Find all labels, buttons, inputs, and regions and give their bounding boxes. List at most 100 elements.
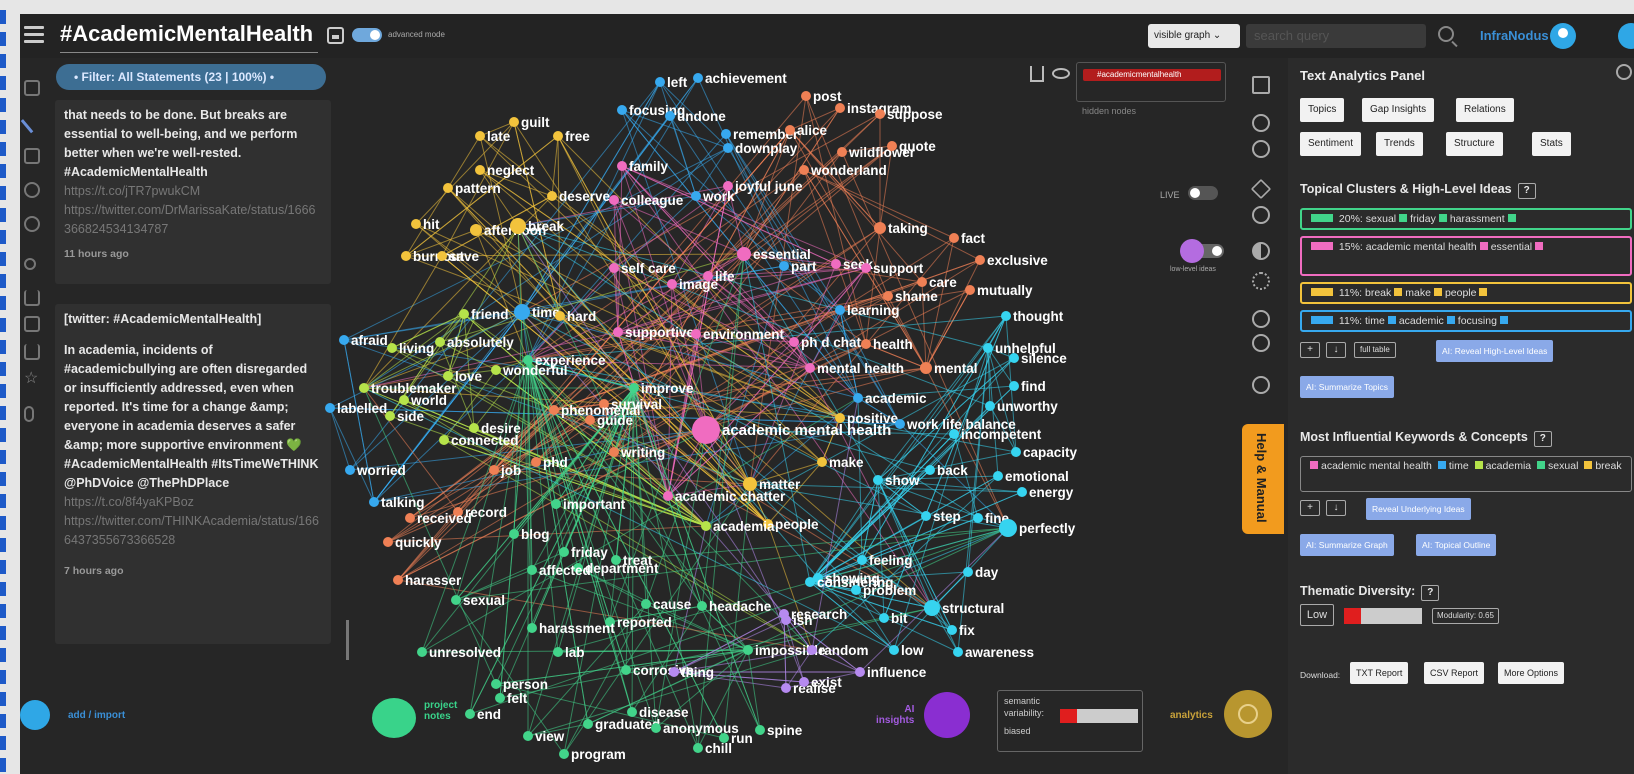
- statement-card[interactable]: that needs to be done. But breaks are es…: [55, 100, 331, 284]
- reset-icon[interactable]: [1252, 114, 1270, 132]
- topic-cluster[interactable]: 11%: time academic focusing: [1300, 310, 1632, 332]
- graph-node-label[interactable]: cause: [653, 597, 692, 612]
- graph-node[interactable]: [663, 491, 673, 501]
- graph-node-label[interactable]: love: [455, 369, 483, 384]
- graph-node-label[interactable]: left: [667, 75, 688, 90]
- keywords-help-button[interactable]: ?: [1533, 431, 1552, 447]
- graph-node-label[interactable]: fix: [959, 623, 975, 638]
- save-icon[interactable]: [327, 27, 344, 44]
- graph-node[interactable]: [553, 131, 563, 141]
- graph-node-label[interactable]: self care: [621, 261, 676, 276]
- cluster-keyword[interactable]: friday: [1410, 213, 1436, 225]
- graph-node[interactable]: [835, 103, 845, 113]
- graph-node[interactable]: [781, 615, 791, 625]
- graph-node-label[interactable]: image: [679, 277, 719, 292]
- graph-node-label[interactable]: chill: [705, 741, 732, 756]
- graph-node[interactable]: [651, 723, 661, 733]
- influential-keyword[interactable]: time: [1449, 460, 1472, 472]
- graph-node[interactable]: [723, 143, 733, 153]
- reveal-high-level-ideas-button[interactable]: AI: Reveal High-Level Ideas: [1436, 340, 1554, 362]
- graph-node[interactable]: [853, 393, 863, 403]
- graph-node-label[interactable]: job: [500, 463, 521, 478]
- reveal-underlying-ideas-button[interactable]: Reveal Underlying Ideas: [1366, 498, 1471, 520]
- graph-node-label[interactable]: academic: [865, 391, 927, 406]
- graph-node-label[interactable]: department: [585, 561, 659, 576]
- graph-node-label[interactable]: graduated: [595, 717, 660, 732]
- graph-node[interactable]: [491, 365, 501, 375]
- graph-node[interactable]: [401, 251, 411, 261]
- graph-node-label[interactable]: day: [975, 565, 999, 580]
- cluster-keyword[interactable]: academic mental health: [1366, 241, 1477, 253]
- graph-node-label[interactable]: suppose: [887, 107, 943, 122]
- hidden-node-tag[interactable]: #academicmentalhealth: [1083, 69, 1221, 81]
- graph-node-label[interactable]: support: [873, 261, 924, 276]
- graph-title[interactable]: #AcademicMentalHealth: [60, 21, 313, 47]
- download-keywords-button[interactable]: ↓: [1326, 500, 1346, 516]
- graph-node-label[interactable]: sexual: [463, 593, 505, 608]
- graph-node-label[interactable]: silence: [1021, 351, 1067, 366]
- graph-node[interactable]: [851, 585, 861, 595]
- graph-node[interactable]: [873, 475, 883, 485]
- graph-node[interactable]: [405, 513, 415, 523]
- graph-node-label[interactable]: work: [702, 189, 735, 204]
- chart-icon[interactable]: [1252, 76, 1270, 94]
- graph-node[interactable]: [585, 415, 595, 425]
- topic-cluster[interactable]: 15%: academic mental health essential: [1300, 236, 1632, 276]
- graph-node-label[interactable]: program: [571, 747, 626, 762]
- graph-node[interactable]: [393, 575, 403, 585]
- graph-node-label[interactable]: lab: [565, 645, 585, 660]
- graph-node-label[interactable]: colleague: [621, 193, 684, 208]
- graph-node[interactable]: [399, 395, 409, 405]
- copy-icon[interactable]: [24, 148, 40, 164]
- graph-node[interactable]: [889, 645, 899, 655]
- project-notes-label[interactable]: project notes: [424, 700, 457, 722]
- settings-gear-icon[interactable]: [1252, 272, 1270, 290]
- download-icon[interactable]: [24, 290, 40, 306]
- graph-node[interactable]: [855, 667, 865, 677]
- topic-cluster[interactable]: 11%: break make people: [1300, 282, 1632, 304]
- graph-node[interactable]: [801, 91, 811, 101]
- graph-node-label[interactable]: academic mental health: [722, 422, 891, 439]
- graph-node[interactable]: [1017, 487, 1027, 497]
- graph-node-label[interactable]: mental: [934, 361, 978, 376]
- full-table-button[interactable]: full table: [1354, 342, 1396, 358]
- graph-node[interactable]: [491, 679, 501, 689]
- graph-node-label[interactable]: bit: [891, 611, 908, 626]
- graph-node[interactable]: [835, 305, 845, 315]
- graph-node[interactable]: [799, 677, 809, 687]
- graph-node-label[interactable]: ish: [793, 613, 813, 628]
- tab-relations[interactable]: Relations: [1456, 98, 1514, 122]
- graph-node[interactable]: [510, 218, 526, 234]
- graph-node[interactable]: [475, 165, 485, 175]
- graph-node[interactable]: [831, 259, 841, 269]
- add-import-label[interactable]: add / import: [68, 710, 125, 721]
- influential-keyword[interactable]: academic mental health: [1321, 460, 1435, 472]
- graph-node[interactable]: [965, 285, 975, 295]
- graph-node[interactable]: [691, 191, 701, 201]
- graph-node-label[interactable]: afraid: [351, 333, 388, 348]
- graph-node-label[interactable]: hit: [423, 217, 440, 232]
- target-icon[interactable]: [1252, 206, 1270, 224]
- graph-node[interactable]: [325, 403, 335, 413]
- graph-node[interactable]: [755, 725, 765, 735]
- graph-node[interactable]: [779, 261, 789, 271]
- graph-node-label[interactable]: care: [929, 275, 957, 290]
- tab-gap-insights[interactable]: Gap Insights: [1362, 98, 1435, 122]
- statement-link[interactable]: https://t.co/8f4yaKPBoz: [64, 493, 322, 512]
- help-icon[interactable]: [1252, 376, 1270, 394]
- graph-node[interactable]: [553, 647, 563, 657]
- graph-node[interactable]: [443, 371, 453, 381]
- graph-node[interactable]: [875, 109, 885, 119]
- graph-node[interactable]: [621, 665, 631, 675]
- graph-node-label[interactable]: unresolved: [429, 645, 501, 660]
- graph-node-label[interactable]: exist: [811, 675, 842, 690]
- graph-node-label[interactable]: taking: [888, 221, 928, 236]
- graph-node[interactable]: [359, 383, 369, 393]
- txt-report-button[interactable]: TXT Report: [1350, 662, 1409, 684]
- graph-node[interactable]: [451, 595, 461, 605]
- graph-node-label[interactable]: pattern: [455, 181, 501, 196]
- graph-node-label[interactable]: shame: [895, 289, 938, 304]
- graph-node-label[interactable]: blog: [521, 527, 550, 542]
- graph-node-label[interactable]: capacity: [1023, 445, 1078, 460]
- graph-node-label[interactable]: important: [563, 497, 626, 512]
